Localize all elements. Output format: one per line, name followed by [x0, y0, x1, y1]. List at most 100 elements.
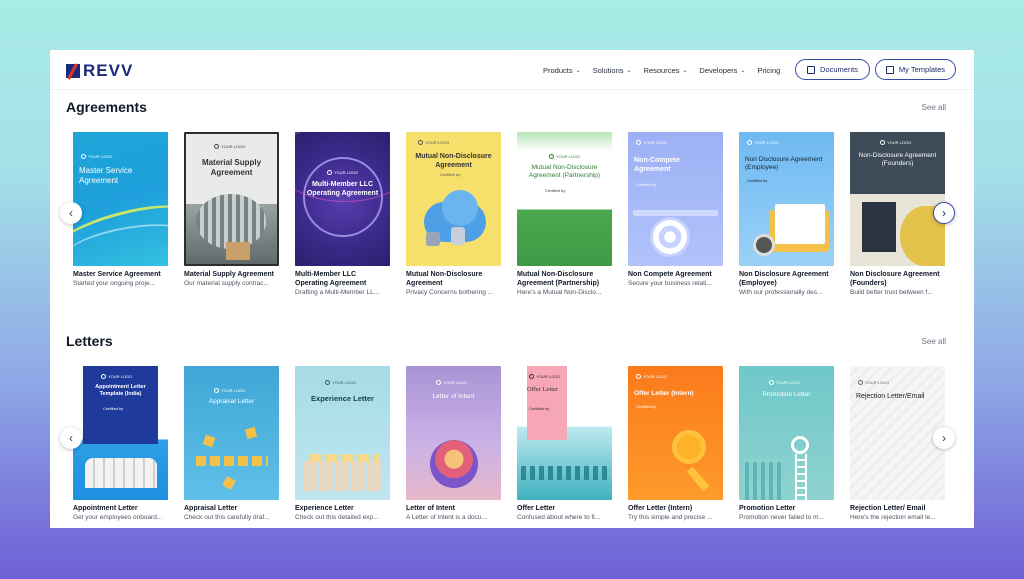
card-title: Appointment Letter	[73, 505, 138, 512]
template-thumbnail: YOUR LOGO Mutual Non-Disclosure Agreemen…	[517, 132, 612, 266]
letters-prev-button[interactable]: ‹	[60, 427, 82, 449]
thumbnail-title: Multi-Member LLC Operating Agreement	[306, 181, 379, 198]
agreements-carousel: YOUR LOGO Master Service Agreement Maste…	[73, 132, 961, 296]
your-logo-text: YOUR LOGO	[769, 380, 800, 385]
thumbnail-title: Appointment Letter Template (India)	[95, 384, 146, 398]
your-logo-text: YOUR LOGO	[214, 144, 245, 149]
thumbnail-title: Letter of Intent	[432, 393, 475, 400]
your-logo-text: YOUR LOGO	[81, 154, 112, 159]
thumbnail-title: Mutual Non-Disclosure Agreement	[415, 153, 492, 170]
templates-label: My Templates	[898, 65, 946, 74]
template-thumbnail: YOUR LOGO Material Supply Agreement	[184, 132, 279, 266]
chevron-down-icon: ⌄	[682, 67, 688, 74]
template-thumbnail: YOUR LOGO Master Service Agreement	[73, 132, 168, 266]
template-card[interactable]: YOUR LOGO Material Supply Agreement Mate…	[184, 132, 279, 296]
thumbnail-title: Non-Disclosure Agreement (Founders)	[858, 152, 937, 168]
nav-products[interactable]: Products ⌄	[543, 66, 581, 75]
template-thumbnail: YOUR LOGO Offer Letter (Intern) Certifie…	[628, 366, 723, 500]
card-description: Started your ongoing proje...	[73, 280, 156, 288]
nav-developers[interactable]: Developers ⌄	[699, 66, 745, 75]
certified-by-text: Certified by	[545, 188, 566, 193]
template-card[interactable]: YOUR LOGO Experience Letter Experience L…	[295, 366, 390, 521]
card-description: With our professionally des...	[739, 289, 823, 297]
template-card[interactable]: YOUR LOGO Master Service Agreement Maste…	[73, 132, 168, 296]
card-title: Mutual Non-Disclosure Agreement (Partner…	[517, 271, 600, 288]
certified-by-text: Certified by	[529, 406, 550, 411]
agreements-prev-button[interactable]: ‹	[60, 202, 82, 224]
template-thumbnail: YOUR LOGO Letter of Intent	[406, 366, 501, 500]
card-title: Experience Letter	[295, 505, 354, 512]
your-logo-text: YOUR LOGO	[214, 388, 245, 393]
nav-label: Solutions	[592, 65, 624, 75]
card-title: Non Compete Agreement	[628, 271, 712, 278]
chevron-down-icon: ⌄	[626, 67, 632, 74]
card-description: Check out this carefully draf...	[184, 514, 270, 522]
template-card[interactable]: YOUR LOGO Non-Disclosure Agreement (Foun…	[850, 132, 945, 296]
your-logo-text: YOUR LOGO	[327, 170, 358, 175]
nav-solutions[interactable]: Solutions ⌄	[593, 66, 632, 75]
template-thumbnail: YOUR LOGO Mutual Non-Disclosure Agreemen…	[406, 132, 501, 266]
top-navbar: REVV Products ⌄ Solutions ⌄ Resources ⌄ Dev…	[50, 50, 974, 90]
your-logo-text: YOUR LOGO	[636, 140, 667, 145]
card-description: Confused about where to fi...	[517, 514, 601, 522]
template-card[interactable]: YOUR LOGO Rejection Letter/Email Rejecti…	[850, 366, 945, 521]
documents-button[interactable]: Documents	[795, 59, 870, 80]
certified-by-text: Certified by	[747, 178, 768, 183]
your-logo-text: YOUR LOGO	[549, 154, 580, 159]
card-title: Non Disclosure Agreement (Founders)	[850, 271, 940, 288]
template-thumbnail: YOUR LOGO Non-Compete Agreement Certifie…	[628, 132, 723, 266]
chevron-down-icon: ⌄	[575, 67, 581, 74]
thumbnail-title: Master Service Agreement	[79, 166, 133, 186]
card-title: Appraisal Letter	[184, 505, 238, 512]
template-card[interactable]: YOUR LOGO Mutual Non-Disclosure Agreemen…	[517, 132, 612, 296]
templates-icon	[885, 65, 894, 74]
your-logo-text: YOUR LOGO	[880, 140, 911, 145]
brand-logo[interactable]: REVV	[66, 61, 133, 81]
template-thumbnail: YOUR LOGO Experience Letter	[295, 366, 390, 500]
documents-label: Documents	[820, 65, 858, 74]
chevron-down-icon: ⌄	[740, 67, 746, 74]
nav-pricing[interactable]: Pricing	[757, 66, 780, 75]
agreements-heading: Agreements	[66, 99, 147, 115]
your-logo-text: YOUR LOGO	[529, 374, 560, 379]
template-card[interactable]: YOUR LOGO Non Disclosure Agreement (Empl…	[739, 132, 834, 296]
template-card[interactable]: YOUR LOGO Letter of Intent Letter of Int…	[406, 366, 501, 521]
template-card[interactable]: YOUR LOGO Promotion Letter Promotion Let…	[739, 366, 834, 521]
template-card[interactable]: YOUR LOGO Appointment Letter Template (I…	[73, 366, 168, 521]
your-logo-text: YOUR LOGO	[436, 380, 467, 385]
app-window: REVV Products ⌄ Solutions ⌄ Resources ⌄ Dev…	[50, 50, 974, 528]
my-templates-button[interactable]: My Templates	[875, 59, 956, 80]
card-description: Try this simple and precise ...	[628, 514, 713, 522]
thumbnail-title: Non Disclosure Agreement (Employee)	[745, 156, 823, 172]
template-card[interactable]: YOUR LOGO Offer Letter (Intern) Certifie…	[628, 366, 723, 521]
your-logo-text: YOUR LOGO	[858, 380, 889, 385]
template-thumbnail: YOUR LOGO Appointment Letter Template (I…	[73, 366, 168, 500]
letters-next-button[interactable]: ›	[933, 427, 955, 449]
template-card[interactable]: YOUR LOGO Multi-Member LLC Operating Agr…	[295, 132, 390, 296]
your-logo-text: YOUR LOGO	[101, 374, 132, 379]
documents-icon	[807, 65, 816, 74]
card-title: Letter of Intent	[406, 505, 455, 512]
letters-heading: Letters	[66, 333, 113, 349]
template-card[interactable]: YOUR LOGO Mutual Non-Disclosure Agreemen…	[406, 132, 501, 296]
letters-carousel: YOUR LOGO Appointment Letter Template (I…	[73, 366, 961, 521]
card-title: Promotion Letter	[739, 505, 796, 512]
template-card[interactable]: YOUR LOGO Offer Letter Certified by Offe…	[517, 366, 612, 521]
card-description: Promotion never failed to m...	[739, 514, 824, 522]
thumbnail-title: Offer Letter	[527, 386, 559, 393]
certified-by-text: Certified by	[440, 172, 461, 177]
card-title: Multi-Member LLC Operating Agreement	[295, 271, 367, 288]
your-logo-text: YOUR LOGO	[636, 374, 667, 379]
certified-by-text: Certified by	[103, 406, 124, 411]
your-logo-text: YOUR LOGO	[747, 140, 778, 145]
template-card[interactable]: YOUR LOGO Non-Compete Agreement Certifie…	[628, 132, 723, 296]
card-description: Our material supply contrac...	[184, 280, 269, 288]
agreements-see-all-link[interactable]: See all	[922, 103, 946, 112]
nav-resources[interactable]: Resources ⌄	[644, 66, 688, 75]
thumbnail-title: Promotion Letter	[762, 391, 811, 398]
letters-see-all-link[interactable]: See all	[922, 337, 946, 346]
template-card[interactable]: YOUR LOGO Appraisal Letter Appraisal Let…	[184, 366, 279, 521]
agreements-next-button[interactable]: ›	[933, 202, 955, 224]
template-thumbnail: YOUR LOGO Offer Letter Certified by	[517, 366, 612, 500]
card-title: Material Supply Agreement	[184, 271, 274, 278]
